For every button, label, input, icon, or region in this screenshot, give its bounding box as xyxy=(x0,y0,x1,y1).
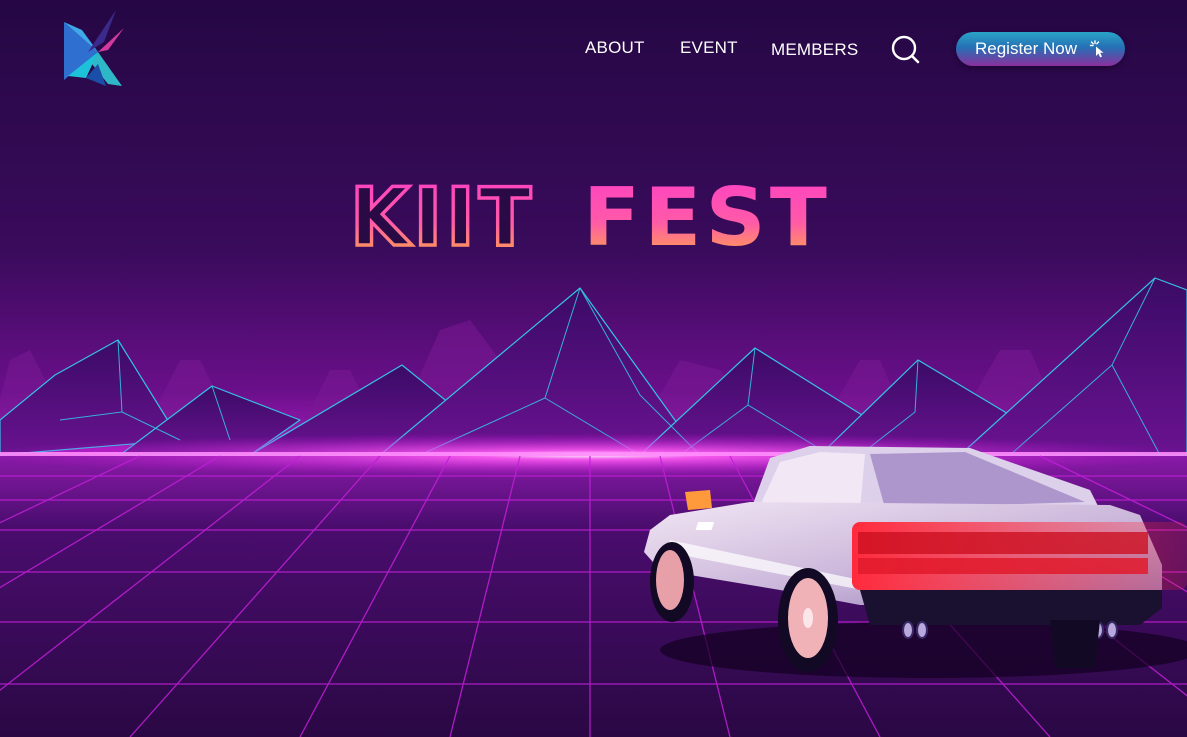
pointer-click-icon xyxy=(1089,40,1104,58)
register-now-button[interactable]: Register Now xyxy=(956,32,1125,66)
nav-link-members[interactable]: MEMBERS xyxy=(771,40,858,60)
hero-title-word-kiit: KIIT xyxy=(350,171,535,260)
hero-title-word-fest: FEST xyxy=(583,171,831,260)
nav-link-about[interactable]: ABOUT xyxy=(585,38,645,58)
nav-link-event[interactable]: EVENT xyxy=(680,38,738,58)
search-icon[interactable] xyxy=(890,34,922,66)
car-illustration xyxy=(644,446,1187,678)
kiit-logo-icon[interactable] xyxy=(58,6,130,90)
top-navbar: ABOUT EVENT MEMBERS Register Now xyxy=(0,0,1187,100)
hero-title: KIIT FEST xyxy=(348,170,831,260)
register-now-label: Register Now xyxy=(975,39,1078,58)
